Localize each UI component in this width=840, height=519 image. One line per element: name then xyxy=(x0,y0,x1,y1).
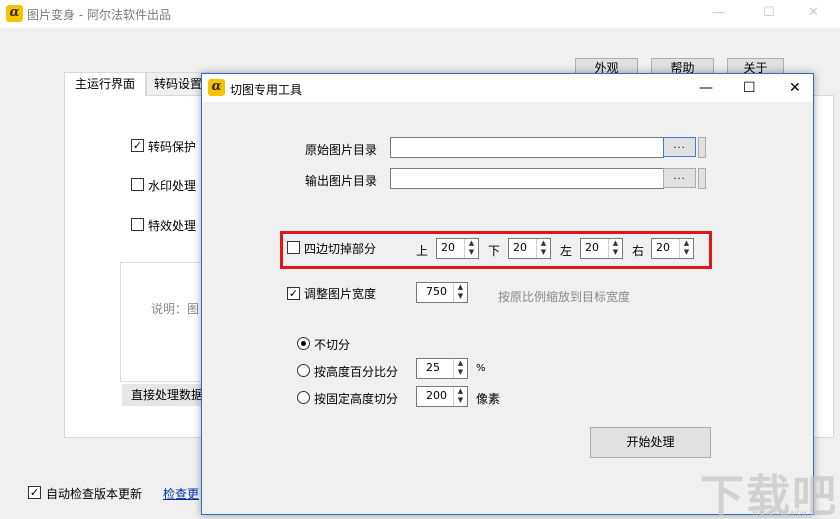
output-dir-label: 输出图片目录 xyxy=(305,174,378,188)
resize-width-value: 750 xyxy=(426,285,447,298)
output-extra-button[interactable] xyxy=(698,168,706,189)
no-split-radio[interactable] xyxy=(297,337,310,350)
effects-checkbox[interactable] xyxy=(131,218,144,231)
resize-width-label: 调整图片宽度 xyxy=(304,287,377,301)
spin-down-icon[interactable]: ▼ xyxy=(454,396,467,405)
crop-top-label: 上 xyxy=(416,244,429,258)
start-processing-button[interactable]: 开始处理 xyxy=(590,427,711,458)
spin-up-icon[interactable]: ▲ xyxy=(454,359,467,368)
no-split-label: 不切分 xyxy=(314,338,351,352)
spin-up-icon[interactable]: ▲ xyxy=(465,239,478,248)
dialog-title: 切图专用工具 xyxy=(230,83,303,97)
crop-left-spinner[interactable]: 20 ▲ ▼ xyxy=(580,238,623,259)
dialog-logo-icon: α xyxy=(208,79,225,96)
split-by-fixed-radio[interactable] xyxy=(297,391,310,404)
tab-main-interface[interactable]: 主运行界面 xyxy=(64,72,146,96)
main-window-title: 图片变身 - 阿尔法软件出品 xyxy=(27,8,171,22)
crop-bottom-spinner[interactable]: 20 ▲ ▼ xyxy=(508,238,551,259)
spin-down-icon[interactable]: ▼ xyxy=(454,292,467,301)
dialog-title-bar: α 切图专用工具 — ☐ ✕ xyxy=(202,74,813,102)
watermark-checkbox[interactable] xyxy=(131,178,144,191)
source-dir-label: 原始图片目录 xyxy=(305,143,378,157)
auto-update-checkbox[interactable]: ✓ xyxy=(28,486,41,499)
crop-left-label: 左 xyxy=(560,244,573,258)
source-dir-input[interactable] xyxy=(390,137,664,158)
spin-down-icon[interactable]: ▼ xyxy=(680,248,693,257)
transcode-protect-checkbox[interactable]: ✓ xyxy=(131,139,144,152)
spin-up-icon[interactable]: ▲ xyxy=(454,387,467,396)
pixel-unit: 像素 xyxy=(476,392,501,406)
split-percent-spinner[interactable]: 25 ▲ ▼ xyxy=(416,358,468,379)
split-by-fixed-label: 按固定高度切分 xyxy=(314,392,399,406)
split-fixed-spinner[interactable]: 200 ▲ ▼ xyxy=(416,386,468,407)
app-logo-icon: α xyxy=(6,5,23,22)
split-by-percent-label: 按高度百分比分 xyxy=(314,365,399,379)
split-fixed-value: 200 xyxy=(426,389,447,402)
output-browse-button[interactable]: ... xyxy=(663,168,696,188)
dialog-close-button[interactable]: ✕ xyxy=(789,80,801,96)
spin-down-icon[interactable]: ▼ xyxy=(537,248,550,257)
watermark-label: 水印处理 xyxy=(148,179,197,193)
crop-right-spinner[interactable]: 20 ▲ ▼ xyxy=(651,238,694,259)
split-percent-value: 25 xyxy=(426,361,440,374)
main-maximize-button[interactable]: ☐ xyxy=(763,5,775,21)
crop-bottom-label: 下 xyxy=(488,244,501,258)
output-dir-input[interactable] xyxy=(390,168,664,189)
transcode-protect-label: 转码保护 xyxy=(148,140,197,154)
spin-up-icon[interactable]: ▲ xyxy=(609,239,622,248)
spin-up-icon[interactable]: ▲ xyxy=(537,239,550,248)
main-minimize-button[interactable]: — xyxy=(712,5,725,21)
dialog-minimize-button[interactable]: — xyxy=(699,80,713,96)
effects-label: 特效处理 xyxy=(148,219,197,233)
dialog-maximize-button[interactable]: ☐ xyxy=(743,80,756,96)
resize-width-spinner[interactable]: 750 ▲ ▼ xyxy=(416,282,468,303)
site-watermark: 下载吧 www.xiazaiba.com xyxy=(700,460,840,519)
crop-right-value: 20 xyxy=(656,241,670,254)
spin-down-icon[interactable]: ▼ xyxy=(465,248,478,257)
source-browse-button[interactable]: ... xyxy=(663,137,696,157)
main-close-button[interactable]: ✕ xyxy=(808,5,819,21)
crop-bottom-value: 20 xyxy=(513,241,527,254)
percent-unit: % xyxy=(476,363,486,374)
crop-left-value: 20 xyxy=(585,241,599,254)
crop-tool-dialog: α 切图专用工具 — ☐ ✕ 原始图片目录 ... 输出图片目录 ... 四边切… xyxy=(201,73,814,515)
source-extra-button[interactable] xyxy=(698,137,706,158)
main-title-bar: α 图片变身 - 阿尔法软件出品 — ☐ ✕ xyxy=(0,0,840,28)
check-update-link[interactable]: 检查更 xyxy=(163,485,199,502)
crop-edges-checkbox[interactable] xyxy=(287,241,300,254)
auto-update-label: 自动检查版本更新 xyxy=(46,487,143,501)
description-text: 说明：图 xyxy=(151,302,200,316)
crop-top-spinner[interactable]: 20 ▲ ▼ xyxy=(436,238,479,259)
spin-down-icon[interactable]: ▼ xyxy=(609,248,622,257)
spin-down-icon[interactable]: ▼ xyxy=(454,368,467,377)
crop-top-value: 20 xyxy=(441,241,455,254)
spin-up-icon[interactable]: ▲ xyxy=(680,239,693,248)
split-by-percent-radio[interactable] xyxy=(297,364,310,377)
crop-right-label: 右 xyxy=(632,244,645,258)
crop-edges-label: 四边切掉部分 xyxy=(304,242,377,256)
watermark-url: www.xiazaiba.com xyxy=(752,508,827,517)
resize-width-checkbox[interactable]: ✓ xyxy=(287,287,300,300)
resize-hint: 按原比例缩放到目标宽度 xyxy=(498,290,631,304)
spin-up-icon[interactable]: ▲ xyxy=(454,283,467,292)
